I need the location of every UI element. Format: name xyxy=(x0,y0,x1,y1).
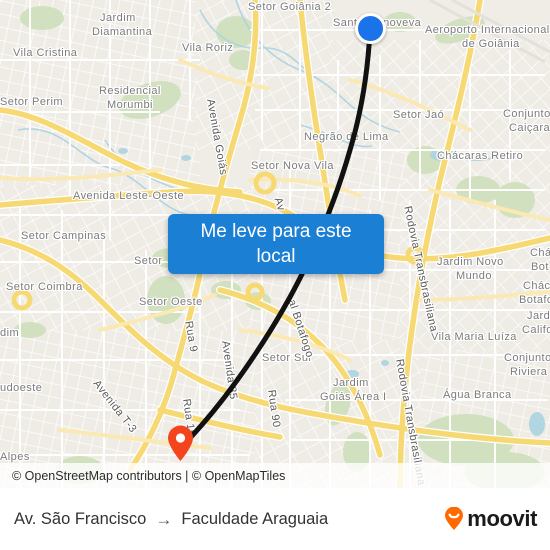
route-summary: Av. São Francisco → Faculdade Araguaia xyxy=(0,510,328,529)
arrow-right-icon: → xyxy=(155,509,173,529)
footer-bar: Av. São Francisco → Faculdade Araguaia m… xyxy=(0,488,550,550)
map-viewport[interactable]: Jardim Diamantina Setor Goiânia 2 Santa … xyxy=(0,0,550,488)
moovit-wordmark: moovit xyxy=(467,506,537,531)
destination-label: Faculdade Araguaia xyxy=(181,509,329,528)
origin-label: Av. São Francisco xyxy=(14,509,147,528)
map-attribution-bar: © OpenStreetMap contributors | © OpenMap… xyxy=(0,463,550,488)
map-attribution-text: © OpenStreetMap contributors | © OpenMap… xyxy=(12,468,286,483)
moovit-pin-icon xyxy=(445,507,464,530)
origin-marker[interactable] xyxy=(355,13,386,44)
take-me-there-button[interactable]: Me leve para este local xyxy=(168,214,384,274)
moovit-logo[interactable]: moovit xyxy=(442,506,537,532)
moovit-map-screenshot: Jardim Diamantina Setor Goiânia 2 Santa … xyxy=(0,0,550,550)
destination-marker[interactable] xyxy=(166,424,195,462)
take-me-there-label: Me leve para este local xyxy=(200,221,352,267)
